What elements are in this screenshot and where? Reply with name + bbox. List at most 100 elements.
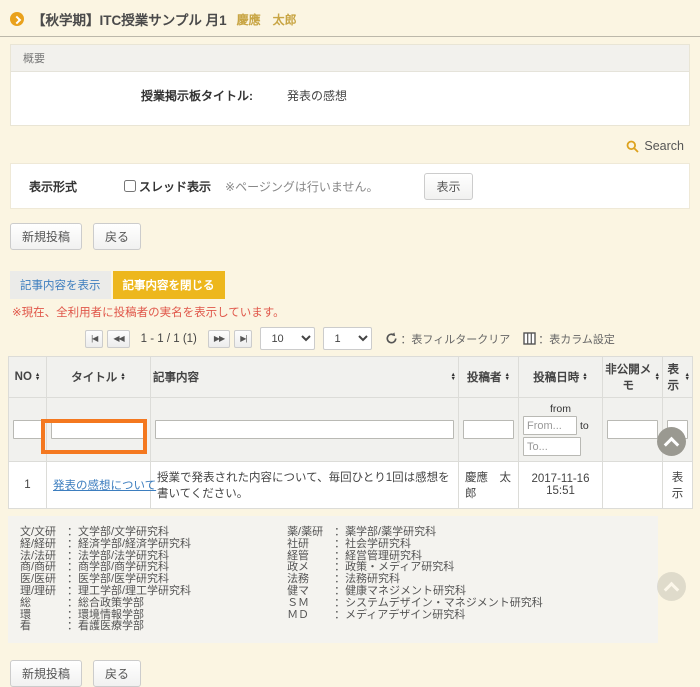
table-filter-row: from to xyxy=(9,398,693,462)
col-label-no: NO xyxy=(15,371,32,383)
tab-close-content[interactable]: 記事内容を閉じる xyxy=(113,271,225,299)
row-no: 1 xyxy=(9,462,47,509)
sort-icon[interactable]: ▲▼ xyxy=(35,373,40,382)
legend-item: 健マ：健康マネジメント研究科 xyxy=(287,586,543,598)
refresh-icon[interactable] xyxy=(385,332,398,345)
col-header-content[interactable]: 記事内容 ▲▼ xyxy=(151,357,459,398)
col-label-memo: 非公開メモ xyxy=(605,361,652,393)
col-label-show: 表示 xyxy=(665,361,682,393)
column-settings-icon[interactable] xyxy=(523,332,536,345)
last-page-icon: ▶| xyxy=(240,334,246,343)
thread-display-label: スレッド表示 xyxy=(139,178,211,195)
posts-table: NO▲▼ タイトル▲▼ 記事内容▲▼ 投稿者▲▼ 投稿日時▲▼ 非公開メモ▲▼ … xyxy=(8,356,693,509)
page-number-select[interactable]: 1 xyxy=(323,327,372,350)
last-page-button[interactable]: ▶| xyxy=(234,330,252,348)
page-size-select[interactable]: 10 xyxy=(260,327,315,350)
legend-item: 環：環境情報学部 xyxy=(20,610,191,622)
col-header-title[interactable]: タイトル▲▼ xyxy=(47,357,151,398)
row-author: 慶應 太郎 xyxy=(459,462,519,509)
col-label-date: 投稿日時 xyxy=(533,369,579,385)
col-label-title: タイトル xyxy=(71,369,117,385)
legend-item: 政メ：政策・メディア研究科 xyxy=(287,562,543,574)
row-show-link[interactable]: 表示 xyxy=(663,462,693,509)
filter-author-input[interactable] xyxy=(463,420,514,439)
date-filter: from to xyxy=(523,403,598,456)
legend-item: 看：看護医療学部 xyxy=(20,621,191,633)
filter-date-to-input[interactable] xyxy=(523,437,581,456)
legend-right-column: 薬/薬研：薬学部/薬学研究科 社研：社会学研究科 経管：経営管理研究科 政メ：政… xyxy=(287,527,543,633)
next-page-icon: ▶▶ xyxy=(214,334,224,343)
display-button[interactable]: 表示 xyxy=(424,173,472,200)
filter-title-input[interactable] xyxy=(51,420,146,439)
page-title: 【秋学期】ITC授業サンプル 月1 xyxy=(32,9,227,29)
scroll-to-top-button[interactable] xyxy=(657,427,686,456)
thread-display-option: スレッド表示 xyxy=(124,178,211,195)
overview-panel: 概要 授業掲示板タイトル: 発表の感想 xyxy=(10,44,690,126)
filter-clear-control: ：表フィルタークリア xyxy=(385,331,510,347)
overview-body: 授業掲示板タイトル: 発表の感想 xyxy=(11,72,689,125)
row-date: 2017-11-16 15:51 xyxy=(519,462,603,509)
col-label-author: 投稿者 xyxy=(467,369,502,385)
top-action-row: 新規投稿 戻る xyxy=(10,223,690,250)
prev-page-button[interactable]: ◀◀ xyxy=(107,330,129,348)
legend-item: 総：総合政策学部 xyxy=(20,598,191,610)
display-format-label: 表示形式 xyxy=(29,178,124,195)
back-button-bottom[interactable]: 戻る xyxy=(93,660,141,687)
filter-clear-label[interactable]: ：表フィルタークリア xyxy=(400,331,510,347)
tab-show-content[interactable]: 記事内容を表示 xyxy=(10,271,111,299)
col-header-show[interactable]: 表示▲▼ xyxy=(663,357,693,398)
scroll-to-top-button-faded[interactable] xyxy=(657,572,686,601)
first-page-icon: |◀ xyxy=(91,334,97,343)
board-title-label: 授業掲示板タイトル: xyxy=(11,87,253,104)
bottom-action-row: 新規投稿 戻る xyxy=(10,660,690,687)
board-title-value: 発表の感想 xyxy=(287,87,347,104)
row-memo xyxy=(603,462,663,509)
legend-left-column: 文/文研：文学部/文学研究科 経/経研：経済学部/経済学研究科 法/法研：法学部… xyxy=(20,527,191,633)
col-label-content: 記事内容 xyxy=(153,369,199,385)
table-row: 1 発表の感想について 授業で発表された内容について、毎回ひとり1回は感想を書い… xyxy=(9,462,693,509)
thread-display-checkbox[interactable] xyxy=(124,180,136,192)
sort-icon[interactable]: ▲▼ xyxy=(655,373,660,382)
search-row: Search xyxy=(0,126,700,156)
filter-memo-input[interactable] xyxy=(607,420,658,439)
sort-icon[interactable]: ▲▼ xyxy=(685,373,690,382)
row-content: 授業で発表された内容について、毎回ひとり1回は感想を書いてください。 xyxy=(151,462,459,509)
filter-no-input[interactable] xyxy=(13,420,42,439)
first-page-button[interactable]: |◀ xyxy=(85,330,103,348)
legend-item: 経/経研：経済学部/経済学研究科 xyxy=(20,539,191,551)
back-button[interactable]: 戻る xyxy=(93,223,141,250)
user-name-link[interactable]: 慶應 太郎 xyxy=(237,11,297,28)
search-icon xyxy=(626,140,639,153)
legend-item: 理/理研：理工学部/理工学研究科 xyxy=(20,586,191,598)
sort-icon[interactable]: ▲▼ xyxy=(582,373,587,382)
legend-item: 社研：社会学研究科 xyxy=(287,539,543,551)
page-header: 【秋学期】ITC授業サンプル 月1 慶應 太郎 xyxy=(0,0,700,36)
filter-content-input[interactable] xyxy=(155,420,454,439)
post-title-link[interactable]: 発表の感想について xyxy=(53,480,156,492)
legend-item: 薬/薬研：薬学部/薬学研究科 xyxy=(287,527,543,539)
search-link[interactable]: Search xyxy=(644,139,684,153)
sort-icon[interactable]: ▲▼ xyxy=(505,373,510,382)
new-post-button-bottom[interactable]: 新規投稿 xyxy=(10,660,82,687)
paging-note: ※ページングは行いません。 xyxy=(225,178,378,195)
legend-item: ＳＭ：システムデザイン・マネジメント研究科 xyxy=(287,598,543,610)
date-from-label: from xyxy=(523,403,598,415)
content-tabs: 記事内容を表示 記事内容を閉じる xyxy=(10,271,690,299)
sort-icon[interactable]: ▲▼ xyxy=(451,373,456,382)
col-header-memo[interactable]: 非公開メモ▲▼ xyxy=(603,357,663,398)
date-to-label: to xyxy=(580,420,589,432)
col-header-no[interactable]: NO▲▼ xyxy=(9,357,47,398)
col-header-author[interactable]: 投稿者▲▼ xyxy=(459,357,519,398)
faculty-legend: 文/文研：文学部/文学研究科 経/経研：経済学部/経済学研究科 法/法研：法学部… xyxy=(8,516,658,643)
col-header-date[interactable]: 投稿日時▲▼ xyxy=(519,357,603,398)
display-format-panel: 表示形式 スレッド表示 ※ページングは行いません。 表示 xyxy=(10,163,690,209)
sort-icon[interactable]: ▲▼ xyxy=(120,373,125,382)
column-config-control: ：表カラム設定 xyxy=(523,331,615,347)
posts-table-wrap: NO▲▼ タイトル▲▼ 記事内容▲▼ 投稿者▲▼ 投稿日時▲▼ 非公開メモ▲▼ … xyxy=(8,356,692,509)
overview-heading: 概要 xyxy=(11,45,689,72)
column-config-label[interactable]: ：表カラム設定 xyxy=(538,331,615,347)
filter-date-from-input[interactable] xyxy=(523,416,577,435)
next-page-button[interactable]: ▶▶ xyxy=(208,330,230,348)
new-post-button[interactable]: 新規投稿 xyxy=(10,223,82,250)
pagination-bar: |◀ ◀◀ 1 - 1 / 1 (1) ▶▶ ▶| 10 1 ：表フィルタークリ… xyxy=(0,327,700,350)
